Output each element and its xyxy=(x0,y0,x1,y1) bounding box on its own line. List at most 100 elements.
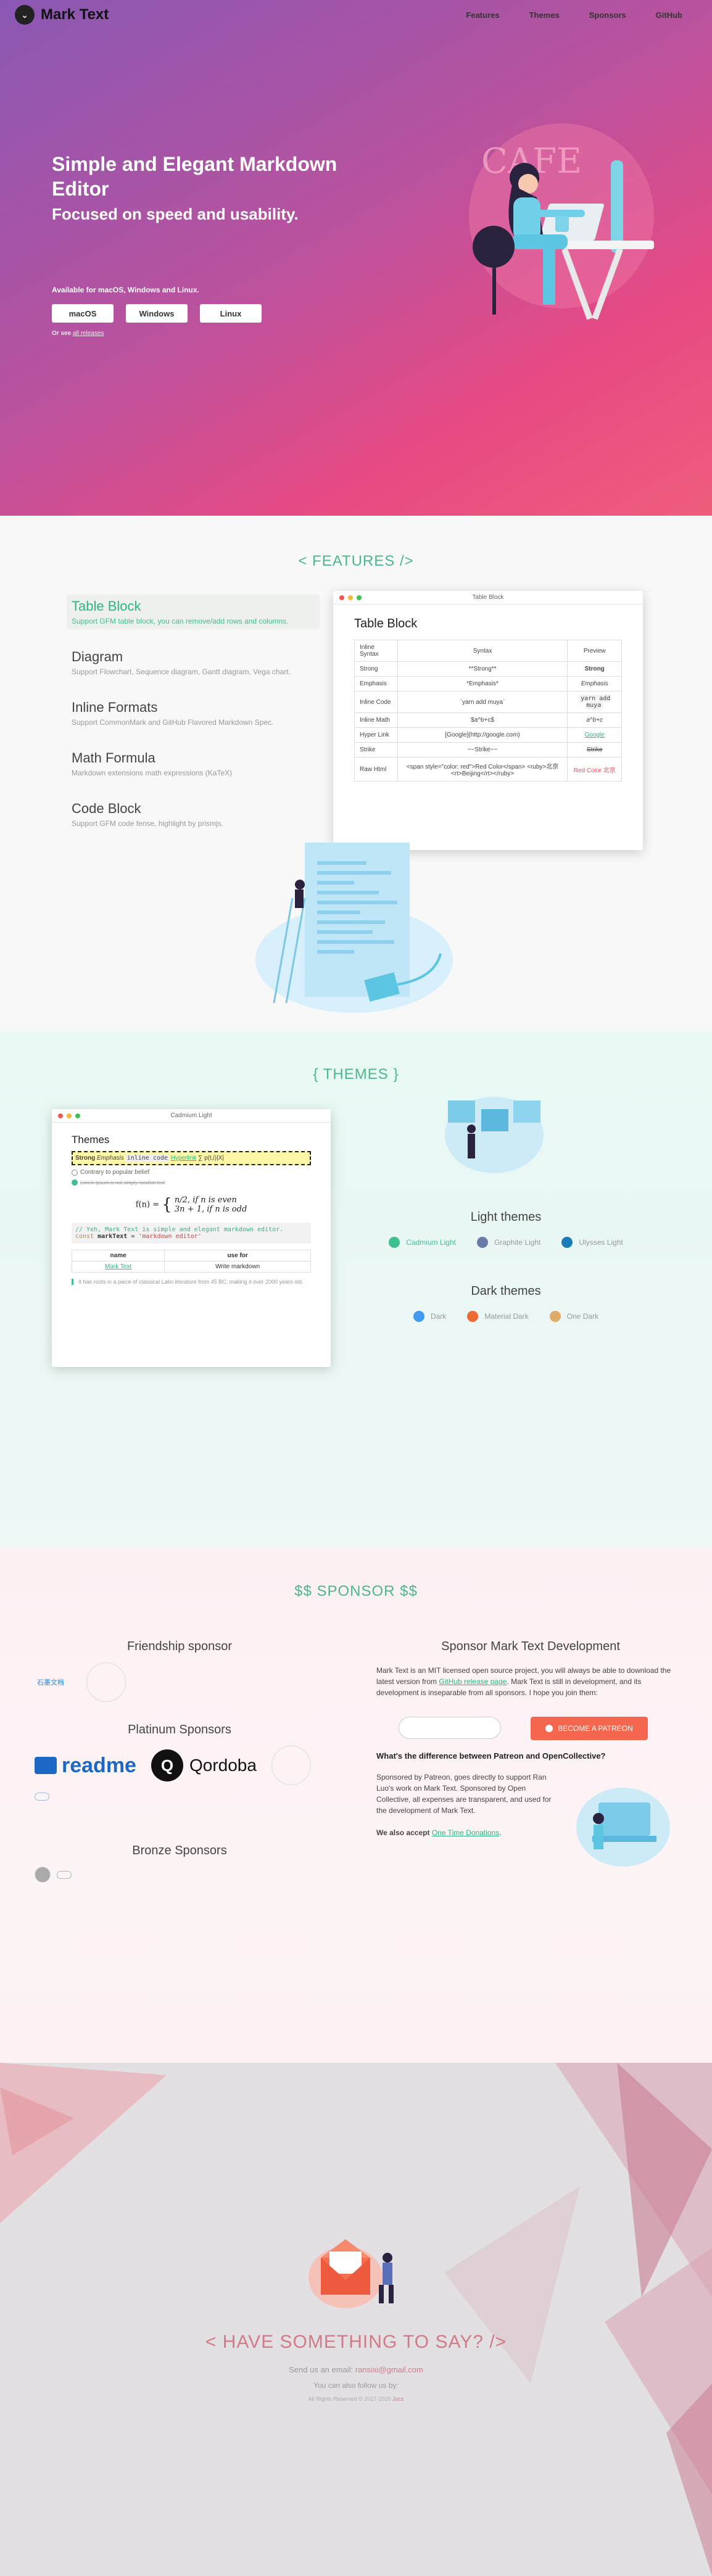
theme-option-one-dark[interactable]: One Dark xyxy=(549,1311,599,1322)
nav-link-sponsors[interactable]: Sponsors xyxy=(574,10,641,20)
patreon-explanation: Sponsored by Patreon, goes directly to s… xyxy=(376,1773,552,1815)
sample-link[interactable]: Hyperlink xyxy=(171,1155,197,1162)
theme-preview-window: Cadmium Light Themes Strong Emphasis inl… xyxy=(52,1109,331,1367)
one-time-donations-link[interactable]: One Time Donations xyxy=(432,1828,499,1837)
table-cell: Hyper Link xyxy=(354,727,398,743)
qordoba-sponsor-logo[interactable]: Q Qordoba xyxy=(151,1749,257,1781)
window-titlebar: Table Block xyxy=(333,591,643,605)
table-cell: Strong xyxy=(567,661,622,677)
theme-swatch-icon xyxy=(467,1311,479,1322)
sponsor-placeholder-avatar[interactable] xyxy=(271,1746,311,1785)
author-link[interactable]: Jocs xyxy=(392,2396,404,2402)
sponsor-placeholder-avatar[interactable] xyxy=(86,1662,126,1702)
feature-name: Code Block xyxy=(72,801,141,816)
open-collective-button[interactable] xyxy=(399,1717,501,1739)
theme-swatch-icon xyxy=(413,1311,424,1322)
brand-logo[interactable]: ⌄ Mark Text xyxy=(15,5,109,25)
feature-item-code-block[interactable]: Code Block Support GFM code fense, highl… xyxy=(67,797,320,832)
table-row: Raw Html <span style="color: red">Red Co… xyxy=(354,757,622,782)
sponsor-title: $$ SPONSOR $$ xyxy=(294,1583,418,1600)
feature-item-inline-formats[interactable]: Inline Formats Support CommonMark and Gi… xyxy=(67,696,320,730)
hero-title: Simple and Elegant Markdown Editor xyxy=(52,153,337,200)
table-row: Inline Code `yarn add muya` yarn add muy… xyxy=(354,691,622,713)
table-cell: *Emphasis* xyxy=(397,676,568,691)
download-linux-button[interactable]: Linux xyxy=(200,304,262,323)
dark-themes-title: Dark themes xyxy=(471,1284,541,1298)
table-cell: Strong xyxy=(354,661,398,677)
theme-option-material-dark[interactable]: Material Dark xyxy=(467,1311,529,1322)
sample-code: inline code xyxy=(125,1155,169,1162)
theme-option-dark[interactable]: Dark xyxy=(413,1311,446,1322)
theme-heading: Themes xyxy=(72,1134,110,1146)
themes-section: { THEMES } Cadmium Light Themes Strong E… xyxy=(0,1031,712,1547)
nav-link-themes[interactable]: Themes xyxy=(515,10,574,20)
checkbox-checked-icon[interactable] xyxy=(72,1179,78,1186)
table-cell[interactable]: Mark Text xyxy=(71,1261,165,1273)
sample-table: name use for Mark Text Write markdown xyxy=(71,1250,311,1273)
task-item[interactable]: Contrary to popular belief xyxy=(72,1169,311,1176)
table-header: Inline Syntax xyxy=(354,640,398,662)
download-macos-button[interactable]: macOS xyxy=(52,304,114,323)
nav-link-features[interactable]: Features xyxy=(451,10,514,20)
theme-name: One Dark xyxy=(566,1312,599,1321)
mail-illustration xyxy=(308,2239,394,2308)
brand-name: Mark Text xyxy=(41,6,109,23)
sponsor-development-title: Sponsor Mark Text Development xyxy=(441,1640,620,1653)
theme-name: Cadmium Light xyxy=(406,1238,456,1247)
table-cell: Google xyxy=(567,727,622,743)
preview-emphasis: Emphasis xyxy=(581,680,608,687)
table-cell: ~~Strike~~ xyxy=(397,742,568,758)
table-cell: <span style="color: red">Red Color</span… xyxy=(397,757,568,782)
sponsor-badge[interactable] xyxy=(57,1870,72,1879)
readme-sponsor-logo[interactable]: readme xyxy=(35,1754,136,1778)
become-patreon-button[interactable]: BECOME A PATREON xyxy=(531,1717,648,1740)
table-header: name xyxy=(71,1250,165,1261)
contact-title: < HAVE SOMETHING TO SAY? /> xyxy=(205,2332,507,2352)
releases-note: Or see all releases xyxy=(52,330,373,337)
hero-illustration: CAFE xyxy=(469,123,654,320)
table-header: Preview xyxy=(567,640,622,662)
qordoba-logo-icon: Q xyxy=(151,1749,183,1781)
checkbox-icon[interactable] xyxy=(72,1169,78,1176)
copyright: All Rights Reserved © 2017-2020 Jocs xyxy=(0,2396,712,2402)
nav-link-github[interactable]: GitHub xyxy=(641,10,697,20)
task-item[interactable]: Lorem Ipsum is not simply random text xyxy=(72,1179,311,1186)
theme-option-graphite-light[interactable]: Graphite Light xyxy=(476,1237,540,1248)
code-comment: // Yeh, Mark Text is simple and elegant … xyxy=(75,1226,284,1233)
feature-item-table-block[interactable]: Table Block Support GFM table block, you… xyxy=(67,595,320,629)
download-windows-button[interactable]: Windows xyxy=(126,304,188,323)
feature-item-math-formula[interactable]: Math Formula Markdown extensions math ex… xyxy=(67,746,320,781)
table-row: Strike ~~Strike~~ Strike xyxy=(354,742,622,758)
features-illustration xyxy=(255,843,453,1013)
feature-desc: Support CommonMark and GitHub Flavored M… xyxy=(72,718,274,727)
theme-swatch-icon xyxy=(549,1311,561,1322)
footer-background-shapes xyxy=(0,2063,712,2576)
feature-item-diagram[interactable]: Diagram Support Flowchart, Sequence diag… xyxy=(67,645,320,680)
platform-availability: Available for macOS, Windows and Linux. xyxy=(52,286,199,294)
bronze-sponsor-avatar[interactable] xyxy=(35,1867,51,1883)
inline-format-sample: Strong Emphasis inline code Hyperlink ∑ … xyxy=(72,1151,311,1165)
shimo-sponsor-logo[interactable]: 石墨文档 xyxy=(37,1677,72,1687)
table-cell: Inline Code xyxy=(354,691,398,713)
table-cell: a^b+c xyxy=(567,712,622,728)
table-header: Syntax xyxy=(397,640,568,662)
feature-desc: Support GFM table block, you can remove/… xyxy=(72,617,289,625)
preview-link[interactable]: Google xyxy=(585,732,605,738)
all-releases-link[interactable]: all releases xyxy=(73,330,104,337)
theme-swatch-icon xyxy=(561,1237,573,1248)
theme-swatch-icon xyxy=(389,1237,400,1248)
theme-option-cadmium-light[interactable]: Cadmium Light xyxy=(389,1237,456,1248)
features-section: < FEATURES /> Table Block Support GFM ta… xyxy=(0,516,712,1031)
donation-prefix: We also accept xyxy=(376,1828,432,1837)
contact-email-link[interactable]: ransixi@gmail.com xyxy=(355,2365,423,2374)
preview-math: a^b+c xyxy=(586,717,603,724)
table-cell: $a^b+c$ xyxy=(397,712,568,728)
theme-name: Dark xyxy=(430,1312,447,1321)
donation-note: We also accept One Time Donations. xyxy=(376,1827,561,1838)
github-release-link[interactable]: GitHub release page xyxy=(439,1677,507,1686)
window-title: Table Block xyxy=(472,594,504,601)
code-variable: markText xyxy=(97,1233,128,1240)
theme-option-ulysses-light[interactable]: Ulysses Light xyxy=(561,1237,623,1248)
preview-strike: Strike xyxy=(586,746,603,753)
sponsor-badge[interactable] xyxy=(35,1793,50,1801)
